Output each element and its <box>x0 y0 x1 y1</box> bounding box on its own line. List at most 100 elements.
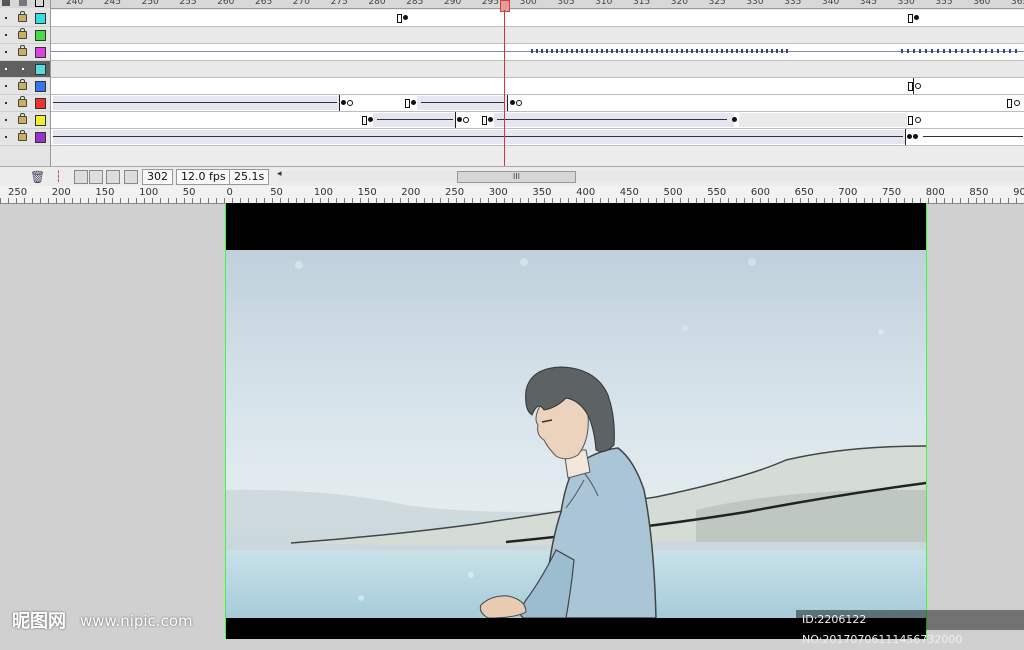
layer-header-icons <box>0 0 50 8</box>
keyframe-marker[interactable] <box>1007 99 1012 108</box>
keyframe-empty[interactable] <box>915 83 921 89</box>
layer-row[interactable] <box>0 112 50 129</box>
keyframe-marker[interactable] <box>405 99 410 108</box>
lock-dot[interactable] <box>22 68 24 70</box>
layer-row[interactable] <box>0 61 50 78</box>
layer-list <box>0 0 51 166</box>
snowflake <box>748 258 756 266</box>
frame-rate-field[interactable]: 12.0 fps <box>176 169 231 185</box>
layer-row[interactable] <box>0 78 50 95</box>
stage-ruler-label: 350 <box>532 187 552 198</box>
keyframe[interactable] <box>488 117 493 122</box>
track-row[interactable] <box>51 27 1024 44</box>
frame-ruler-label: 335 <box>784 0 802 7</box>
layer-color-swatch[interactable] <box>35 132 46 143</box>
layer-row[interactable] <box>0 44 50 61</box>
frame-divider <box>905 129 906 145</box>
frame-divider <box>507 95 508 111</box>
keyframe[interactable] <box>403 15 408 20</box>
keyframe-empty[interactable] <box>1014 100 1020 106</box>
layer-color-swatch[interactable] <box>35 47 46 58</box>
keyframe[interactable] <box>510 100 515 105</box>
lock-icon[interactable] <box>18 79 27 90</box>
visibility-dot[interactable] <box>5 85 7 87</box>
layer-color-swatch[interactable] <box>35 13 46 24</box>
layer-color-swatch[interactable] <box>35 64 46 75</box>
frame-ruler-label: 285 <box>406 0 424 7</box>
watermark-url: www.nipic.com <box>80 612 193 630</box>
playhead-handle[interactable] <box>500 0 510 12</box>
track-row[interactable] <box>51 10 1024 27</box>
stage-ruler-label: 200 <box>401 187 421 198</box>
layer-row[interactable] <box>0 27 50 44</box>
current-frame-field[interactable]: 302 <box>142 169 173 185</box>
track-row[interactable] <box>51 95 1024 112</box>
visibility-dot[interactable] <box>5 136 7 138</box>
layer-row[interactable] <box>0 129 50 146</box>
keyframe-marker[interactable] <box>397 14 402 23</box>
stage-ruler-label: 150 <box>95 187 115 198</box>
frame-ruler-label: 325 <box>708 0 726 7</box>
lock-icon[interactable] <box>18 45 27 56</box>
keyframe-empty[interactable] <box>516 100 522 106</box>
stage-canvas[interactable] <box>225 203 927 639</box>
track-row[interactable] <box>51 112 1024 129</box>
keyframe-empty[interactable] <box>915 117 921 123</box>
keyframe[interactable] <box>732 117 737 122</box>
keyframe[interactable] <box>907 134 912 139</box>
trash-icon[interactable]: 🗑 <box>30 170 45 184</box>
layer-color-swatch[interactable] <box>35 115 46 126</box>
track-empty-area[interactable] <box>51 146 1024 167</box>
track-row[interactable] <box>51 78 1024 95</box>
edit-multiple-frames-icon[interactable] <box>106 170 120 184</box>
layer-row[interactable] <box>0 95 50 112</box>
lock-icon[interactable] <box>18 113 27 124</box>
visibility-dot[interactable] <box>5 51 7 53</box>
lock-icon[interactable] <box>18 130 27 141</box>
scrollbar-thumb[interactable]: III <box>457 171 576 183</box>
lock-icon[interactable] <box>18 28 27 39</box>
keyframe-marker[interactable] <box>482 116 487 125</box>
keyframe[interactable] <box>913 134 918 139</box>
track-row-sound[interactable] <box>51 44 1024 61</box>
keyframe-marker[interactable] <box>362 116 367 125</box>
keyframe[interactable] <box>914 15 919 20</box>
snowflake <box>468 572 474 578</box>
visibility-dot[interactable] <box>5 34 7 36</box>
frame-ruler-label: 270 <box>292 0 310 7</box>
scroll-left-icon[interactable]: ◂ <box>277 169 282 179</box>
modify-markers-icon[interactable] <box>124 170 138 184</box>
keyframe[interactable] <box>457 117 462 122</box>
keyframe-marker[interactable] <box>908 14 913 23</box>
visibility-dot[interactable] <box>5 102 7 104</box>
keyframe-empty[interactable] <box>347 100 353 106</box>
timeline-horizontal-scrollbar[interactable]: ◂ III <box>277 169 1024 183</box>
keyframe-empty[interactable] <box>463 117 469 123</box>
lock-icon[interactable] <box>18 96 27 107</box>
lock-all-icon[interactable] <box>19 0 27 6</box>
layer-color-swatch[interactable] <box>35 30 46 41</box>
onion-skin-icon[interactable] <box>74 170 88 184</box>
stage-ruler-label: 650 <box>794 187 814 198</box>
keyframe[interactable] <box>411 100 416 105</box>
layer-row[interactable] <box>0 10 50 27</box>
visibility-dot[interactable] <box>5 17 7 19</box>
visibility-dot[interactable] <box>5 119 7 121</box>
keyframe[interactable] <box>341 100 346 105</box>
lock-icon[interactable] <box>18 11 27 22</box>
track-row[interactable] <box>51 61 1024 78</box>
track-row[interactable] <box>51 129 1024 146</box>
frame-ruler-label: 290 <box>444 0 462 7</box>
keyframe-marker[interactable] <box>908 82 913 91</box>
layer-color-swatch[interactable] <box>35 81 46 92</box>
keyframe-marker[interactable] <box>908 116 913 125</box>
frame-ruler[interactable]: 240 245 250 255 260 265 270 275 280 285 290 295 300 3… <box>51 0 1024 9</box>
center-frame-icon[interactable]: ┆ <box>55 170 67 183</box>
visibility-dot[interactable] <box>5 68 7 70</box>
eye-icon[interactable] <box>2 0 10 6</box>
stage-ruler-label: 50 <box>182 187 196 198</box>
outline-all-icon[interactable] <box>35 0 44 7</box>
frame-ruler-label: 310 <box>595 0 613 7</box>
layer-color-swatch[interactable] <box>35 98 46 109</box>
onion-outline-icon[interactable] <box>89 170 103 184</box>
